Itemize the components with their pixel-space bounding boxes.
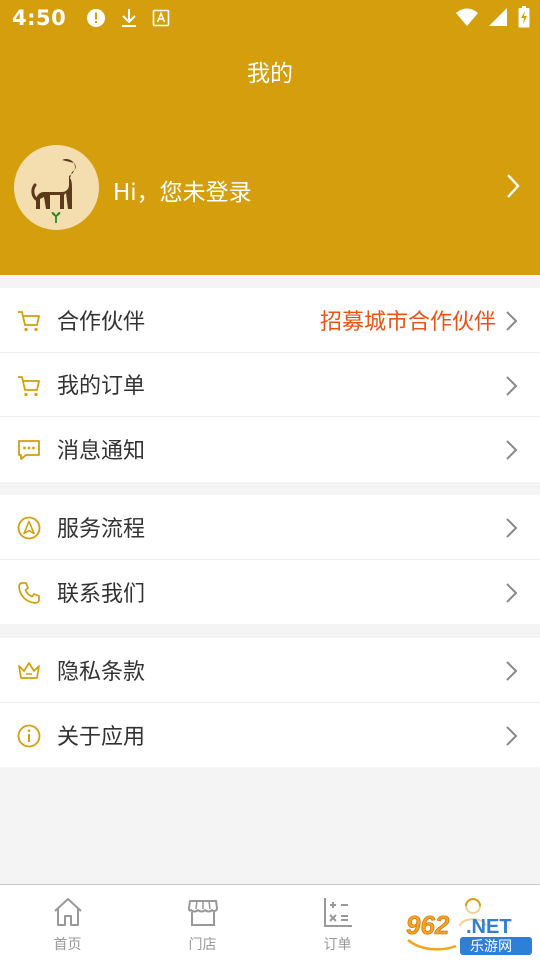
dog-avatar-icon (31, 158, 76, 223)
menu-item-about[interactable]: 关于应用 (0, 703, 540, 768)
profile-header: 我的 Hi，您未登录 (0, 36, 540, 275)
login-entry[interactable]: Hi，您未登录 (0, 140, 540, 236)
a-box-icon (152, 9, 170, 27)
menu-group-1: 合作伙伴 招募城市合作伙伴 我的订单 消息通知 (0, 288, 540, 482)
battery-charging-icon (518, 6, 530, 28)
chevron-right-icon (506, 661, 518, 681)
menu-item-partner[interactable]: 合作伙伴 招募城市合作伙伴 (0, 288, 540, 353)
chevron-right-icon[interactable] (506, 173, 520, 199)
svg-text:.NET: .NET (466, 916, 512, 938)
status-bar: 4:50 (0, 0, 540, 36)
cart-icon (18, 311, 40, 332)
avatar[interactable] (14, 145, 99, 230)
crown-icon (18, 662, 40, 679)
tab-store[interactable]: 门店 (135, 885, 270, 960)
tab-label: 门店 (188, 937, 217, 953)
tab-orders[interactable]: 订单 (270, 885, 405, 960)
menu-item-privacy[interactable]: 隐私条款 (0, 638, 540, 703)
svg-text:乐游网: 乐游网 (470, 939, 512, 955)
cell-signal-icon (489, 8, 507, 26)
info-icon (17, 724, 41, 747)
chevron-right-icon (506, 375, 518, 396)
store-icon (187, 900, 218, 926)
menu-item-label: 合作伙伴 (57, 309, 146, 335)
chevron-right-icon (506, 725, 518, 746)
chevron-right-icon (506, 518, 518, 538)
menu-item-my-orders[interactable]: 我的订单 (0, 353, 540, 417)
menu-group-2: 服务流程 联系我们 (0, 495, 540, 624)
menu-item-contact-us[interactable]: 联系我们 (0, 560, 540, 625)
menu-item-label: 消息通知 (57, 439, 146, 465)
message-icon (18, 440, 40, 460)
menu-group-3: 隐私条款 关于应用 (0, 638, 540, 767)
tab-label: 订单 (323, 937, 352, 953)
chevron-right-icon (506, 582, 518, 603)
chevron-right-icon (506, 440, 518, 460)
menu-item-label: 联系我们 (57, 581, 146, 607)
menu-item-service-process[interactable]: 服务流程 (0, 495, 540, 560)
partner-recruit-text[interactable]: 招募城市合作伙伴 (320, 304, 496, 336)
cart-icon (18, 375, 40, 396)
page-title: 我的 (247, 61, 293, 87)
watermark-logo: 962 .NET 乐游网 (400, 906, 536, 958)
login-prompt[interactable]: Hi，您未登录 (113, 173, 252, 207)
tab-home[interactable]: 首页 (0, 885, 135, 960)
svg-text:962: 962 (406, 910, 450, 940)
status-time: 4:50 (12, 6, 67, 30)
menu-item-notifications[interactable]: 消息通知 (0, 417, 540, 482)
calculator-icon (323, 898, 352, 927)
chevron-right-icon (506, 311, 518, 331)
menu-item-label: 服务流程 (57, 516, 146, 542)
tab-label: 首页 (53, 937, 82, 953)
alert-icon (87, 9, 106, 27)
phone-icon (18, 581, 40, 604)
menu-item-label: 关于应用 (57, 724, 146, 750)
menu-item-label: 我的订单 (57, 374, 146, 400)
download-icon (122, 9, 137, 27)
home-icon (53, 898, 82, 926)
wifi-icon (456, 8, 478, 26)
navigation-icon (17, 516, 41, 540)
menu-item-label: 隐私条款 (57, 659, 146, 685)
